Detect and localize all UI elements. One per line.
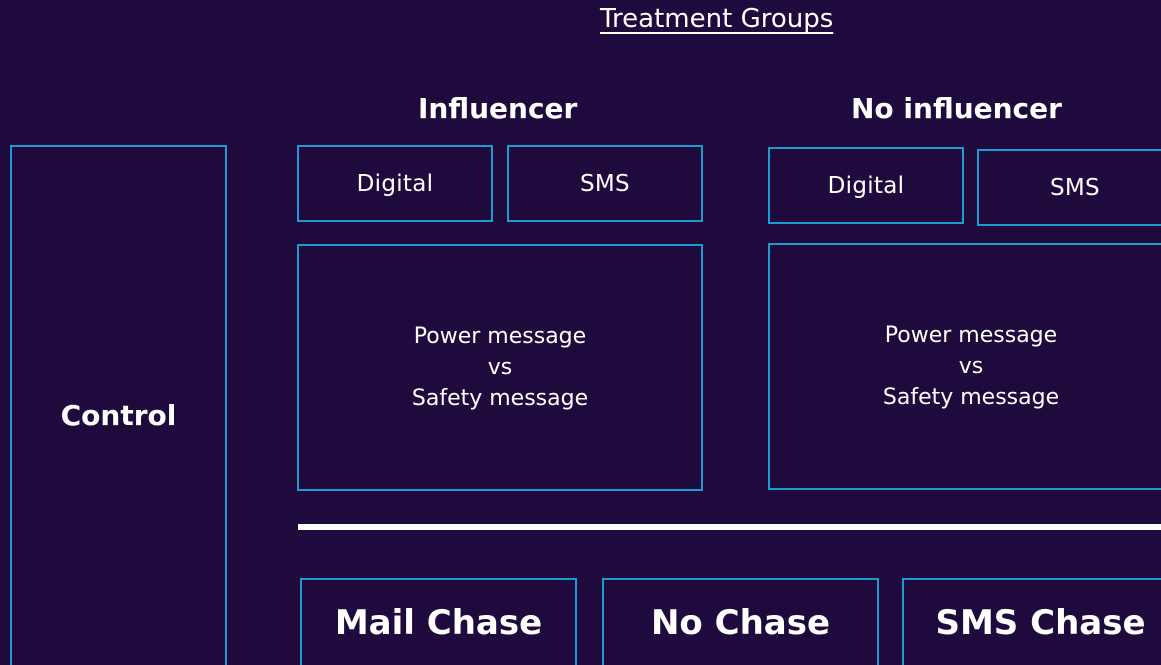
influencer-digital-box: Digital: [297, 145, 493, 222]
message-line-1: Power message: [884, 323, 1058, 348]
chase-label: SMS Chase: [935, 603, 1146, 643]
sms-chase-box: SMS Chase: [902, 578, 1161, 665]
message-line-2: vs: [958, 354, 984, 379]
message-line-1: Power message: [413, 324, 587, 349]
divider-line: [298, 524, 1161, 530]
group-heading-no-influencer: No influencer: [851, 92, 1062, 125]
chase-label: No Chase: [650, 603, 831, 643]
influencer-message-box: Power message vs Safety message: [297, 244, 703, 491]
channel-label: Digital: [827, 172, 905, 199]
channel-label: Digital: [356, 170, 434, 197]
influencer-sms-box: SMS: [507, 145, 703, 222]
control-box: Control: [10, 145, 227, 665]
chase-label: Mail Chase: [334, 603, 543, 643]
no-influencer-message-box: Power message vs Safety message: [768, 243, 1161, 490]
no-influencer-digital-box: Digital: [768, 147, 964, 224]
control-label: Control: [60, 398, 177, 432]
diagram-title: Treatment Groups: [600, 4, 834, 34]
no-chase-box: No Chase: [602, 578, 879, 665]
message-text: Power message vs Safety message: [883, 320, 1059, 413]
channel-label: SMS: [1050, 174, 1100, 201]
mail-chase-box: Mail Chase: [300, 578, 577, 665]
message-text: Power message vs Safety message: [412, 321, 588, 414]
no-influencer-sms-box: SMS: [977, 149, 1161, 226]
message-line-3: Safety message: [882, 385, 1060, 410]
message-line-3: Safety message: [411, 386, 589, 411]
message-line-2: vs: [487, 355, 513, 380]
group-heading-influencer: Influencer: [418, 92, 578, 125]
channel-label: SMS: [580, 170, 630, 197]
